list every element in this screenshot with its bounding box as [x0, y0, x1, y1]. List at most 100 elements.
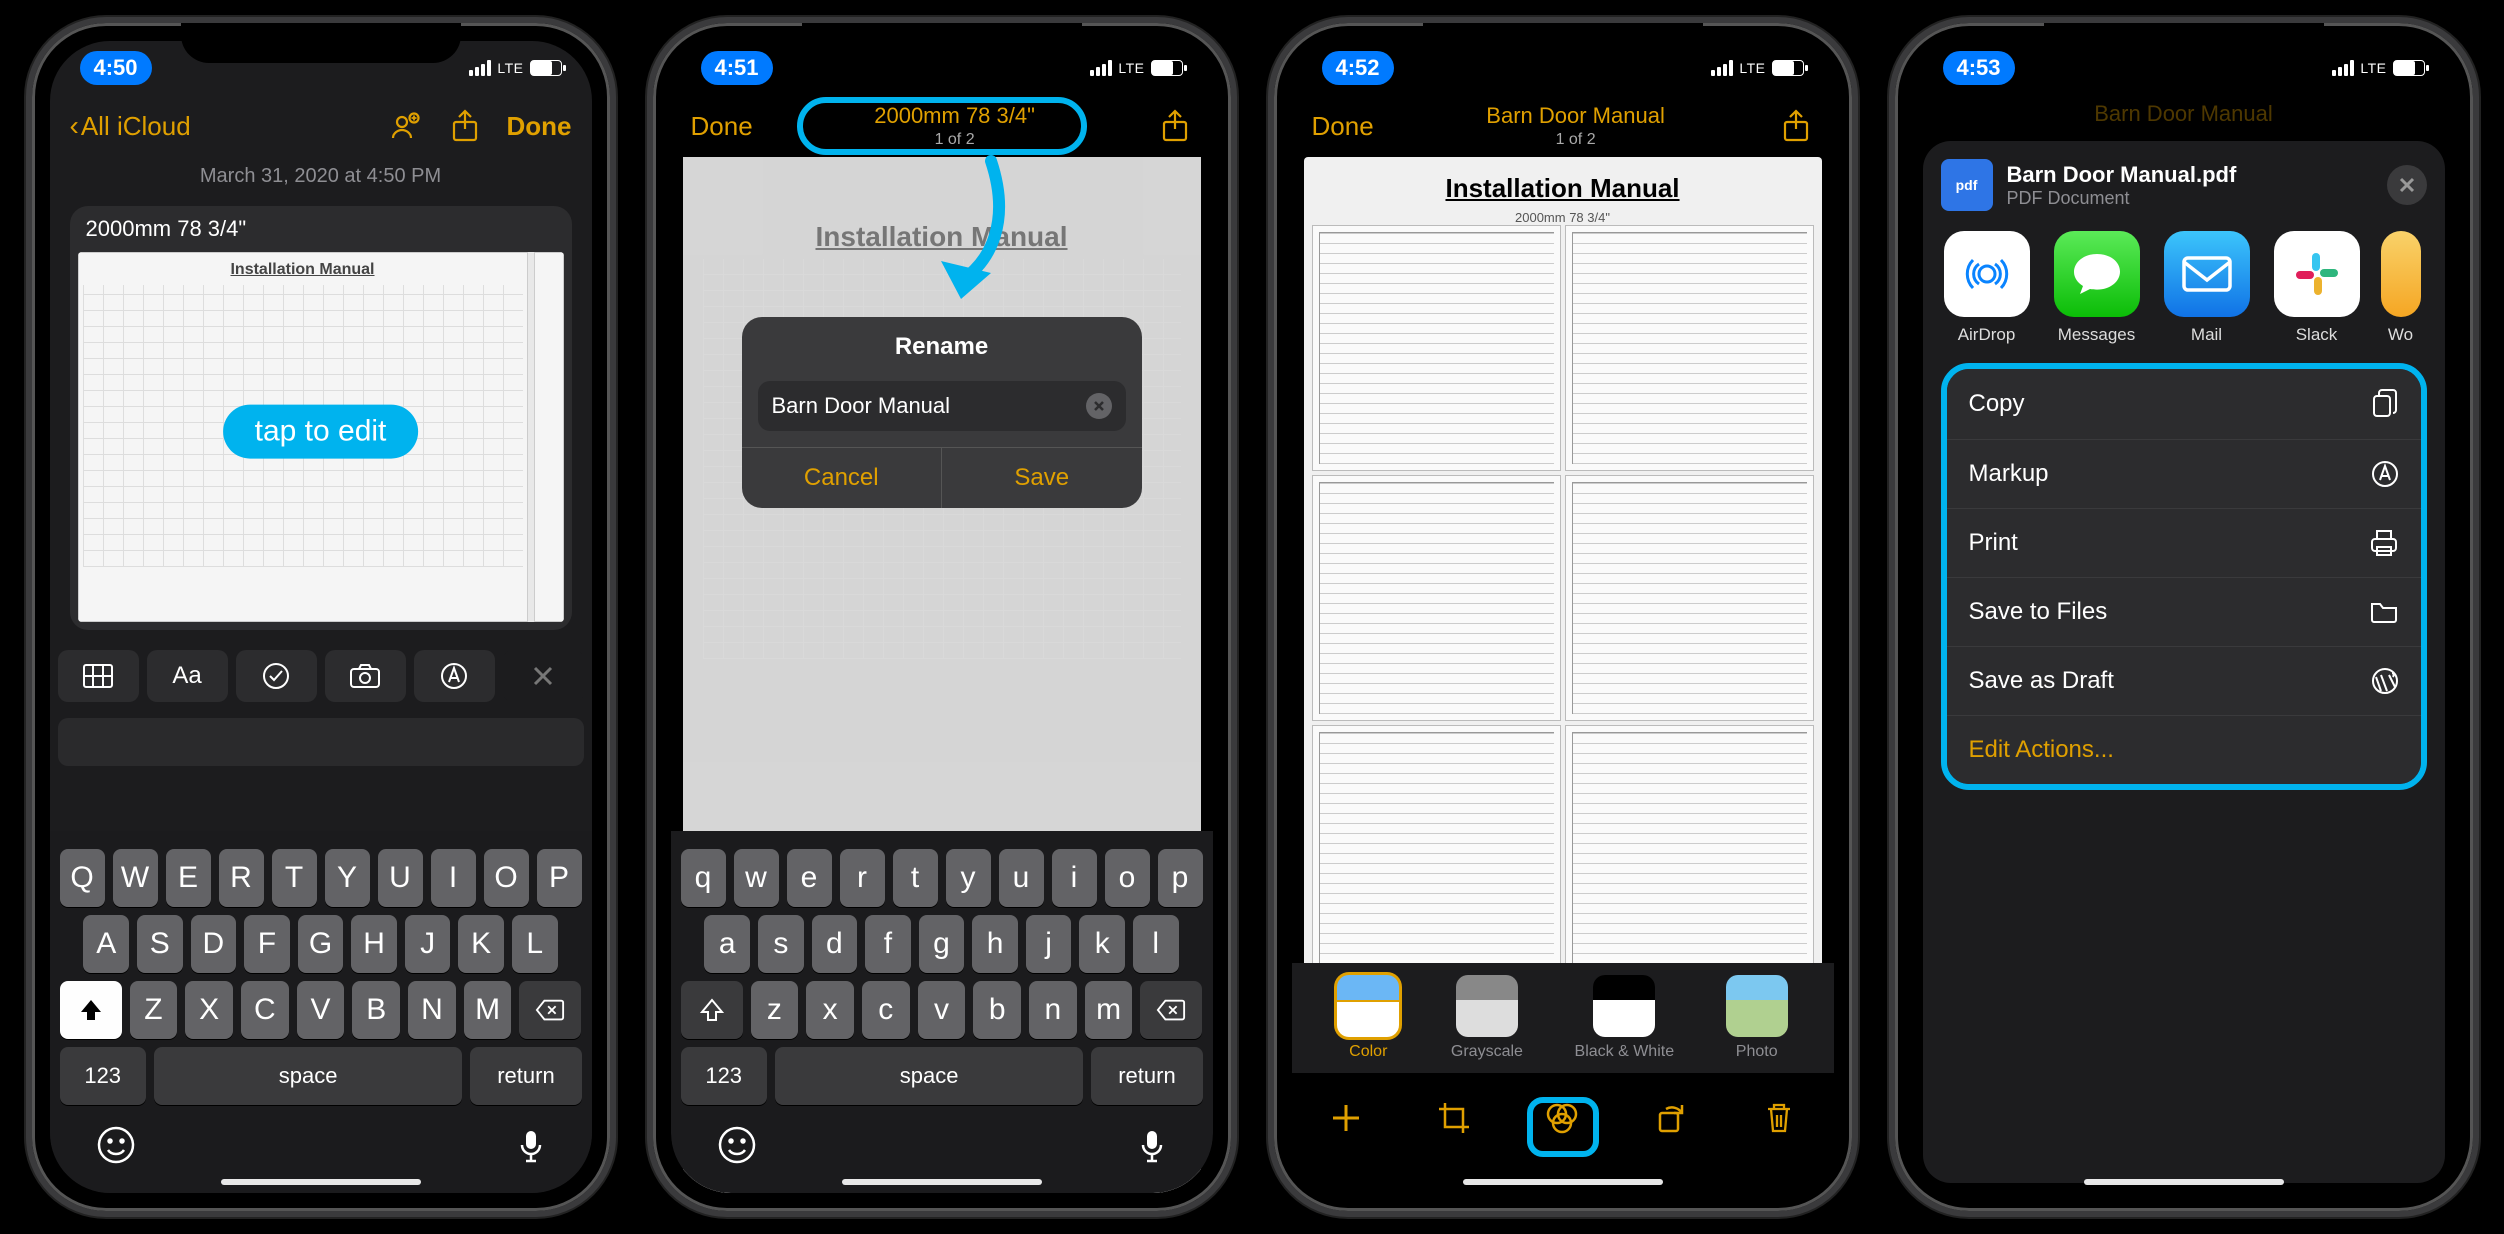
action-save-files[interactable]: Save to Files — [1947, 578, 2421, 647]
key-p[interactable]: P — [537, 849, 582, 907]
app-mail[interactable]: Mail — [2161, 231, 2253, 345]
key-f[interactable]: f — [865, 915, 911, 973]
filter-grayscale[interactable]: Grayscale — [1451, 975, 1523, 1061]
action-markup[interactable]: Markup — [1947, 440, 2421, 509]
key-r[interactable]: r — [840, 849, 885, 907]
app-airdrop[interactable]: AirDrop — [1941, 231, 2033, 345]
nav-back-button[interactable]: ‹ All iCloud — [70, 110, 191, 142]
quicktype-bar[interactable] — [58, 718, 584, 766]
key-j[interactable]: j — [1026, 915, 1072, 973]
key-z[interactable]: Z — [130, 981, 178, 1039]
close-icon[interactable] — [2387, 165, 2427, 205]
filter-photo[interactable]: Photo — [1726, 975, 1788, 1061]
save-button[interactable]: Save — [942, 448, 1142, 508]
app-extra[interactable]: Wo — [2381, 231, 2421, 345]
emoji-key[interactable] — [96, 1125, 136, 1165]
key-g[interactable]: g — [919, 915, 965, 973]
space-key[interactable]: space — [154, 1047, 463, 1105]
close-keyboard-icon[interactable] — [503, 650, 584, 702]
dictation-key[interactable] — [516, 1129, 546, 1161]
attachment-card[interactable]: 2000mm 78 3/4" Installation Manual tap t… — [70, 206, 572, 630]
camera-icon[interactable] — [325, 650, 406, 702]
key-o[interactable]: o — [1105, 849, 1150, 907]
share-icon[interactable] — [1157, 108, 1193, 144]
key-d[interactable]: D — [191, 915, 237, 973]
key-v[interactable]: V — [297, 981, 345, 1039]
key-n[interactable]: N — [408, 981, 456, 1039]
return-key[interactable]: return — [1091, 1047, 1202, 1105]
key-e[interactable]: e — [787, 849, 832, 907]
rotate-icon[interactable] — [1646, 1093, 1696, 1143]
nav-title[interactable]: 2000mm 78 3/4" — [753, 103, 1157, 129]
crop-icon[interactable] — [1429, 1093, 1479, 1143]
add-person-icon[interactable] — [387, 108, 423, 144]
rename-input[interactable]: Barn Door Manual — [758, 381, 1126, 431]
key-d[interactable]: d — [812, 915, 858, 973]
key-t[interactable]: t — [893, 849, 938, 907]
key-v[interactable]: v — [918, 981, 966, 1039]
doc-fullscreen[interactable]: Installation Manual 2000mm 78 3/4" — [1304, 157, 1822, 981]
action-copy[interactable]: Copy — [1947, 369, 2421, 440]
key-k[interactable]: K — [458, 915, 504, 973]
key-e[interactable]: E — [166, 849, 211, 907]
home-indicator[interactable] — [221, 1179, 421, 1185]
filters-icon[interactable] — [1537, 1093, 1587, 1143]
filter-color[interactable]: Color — [1337, 975, 1399, 1061]
key-w[interactable]: w — [734, 849, 779, 907]
nav-done-button[interactable]: Done — [691, 111, 753, 142]
emoji-key[interactable] — [717, 1125, 757, 1165]
key-i[interactable]: I — [431, 849, 476, 907]
key-g[interactable]: G — [298, 915, 344, 973]
key-u[interactable]: u — [999, 849, 1044, 907]
key-x[interactable]: x — [806, 981, 854, 1039]
table-icon[interactable] — [58, 650, 139, 702]
key-c[interactable]: c — [862, 981, 910, 1039]
key-n[interactable]: n — [1029, 981, 1077, 1039]
share-apps-row[interactable]: AirDrop Messages Mail — [1941, 231, 2427, 363]
key-t[interactable]: T — [272, 849, 317, 907]
key-l[interactable]: l — [1133, 915, 1179, 973]
key-j[interactable]: J — [405, 915, 451, 973]
key-s[interactable]: s — [758, 915, 804, 973]
edit-actions-button[interactable]: Edit Actions... — [1947, 716, 2421, 784]
space-key[interactable]: space — [775, 1047, 1084, 1105]
key-o[interactable]: O — [484, 849, 529, 907]
key-p[interactable]: p — [1158, 849, 1203, 907]
key-w[interactable]: W — [113, 849, 158, 907]
key-s[interactable]: S — [137, 915, 183, 973]
key-y[interactable]: Y — [325, 849, 370, 907]
key-b[interactable]: b — [973, 981, 1021, 1039]
numbers-key[interactable]: 123 — [60, 1047, 146, 1105]
key-u[interactable]: U — [378, 849, 423, 907]
action-print[interactable]: Print — [1947, 509, 2421, 578]
app-slack[interactable]: Slack — [2271, 231, 2363, 345]
share-icon[interactable] — [447, 108, 483, 144]
key-m[interactable]: M — [464, 981, 512, 1039]
action-save-draft[interactable]: Save as Draft — [1947, 647, 2421, 716]
filter-bw[interactable]: Black & White — [1575, 975, 1675, 1061]
home-indicator[interactable] — [2084, 1179, 2284, 1185]
key-h[interactable]: h — [972, 915, 1018, 973]
key-a[interactable]: a — [704, 915, 750, 973]
return-key[interactable]: return — [470, 1047, 581, 1105]
cancel-button[interactable]: Cancel — [742, 448, 943, 508]
key-q[interactable]: q — [681, 849, 726, 907]
markup-icon[interactable] — [414, 650, 495, 702]
dictation-key[interactable] — [1137, 1129, 1167, 1161]
key-f[interactable]: F — [244, 915, 290, 973]
key-k[interactable]: k — [1079, 915, 1125, 973]
key-z[interactable]: z — [751, 981, 799, 1039]
clear-input-icon[interactable] — [1086, 393, 1112, 419]
numbers-key[interactable]: 123 — [681, 1047, 767, 1105]
key-q[interactable]: Q — [60, 849, 105, 907]
shift-key[interactable] — [60, 981, 122, 1039]
share-icon[interactable] — [1778, 108, 1814, 144]
nav-title[interactable]: Barn Door Manual — [1374, 103, 1778, 129]
nav-done-button[interactable]: Done — [507, 111, 572, 142]
delete-key[interactable] — [1140, 981, 1202, 1039]
home-indicator[interactable] — [1463, 1179, 1663, 1185]
shift-key[interactable] — [681, 981, 743, 1039]
key-a[interactable]: A — [83, 915, 129, 973]
key-l[interactable]: L — [512, 915, 558, 973]
key-r[interactable]: R — [219, 849, 264, 907]
